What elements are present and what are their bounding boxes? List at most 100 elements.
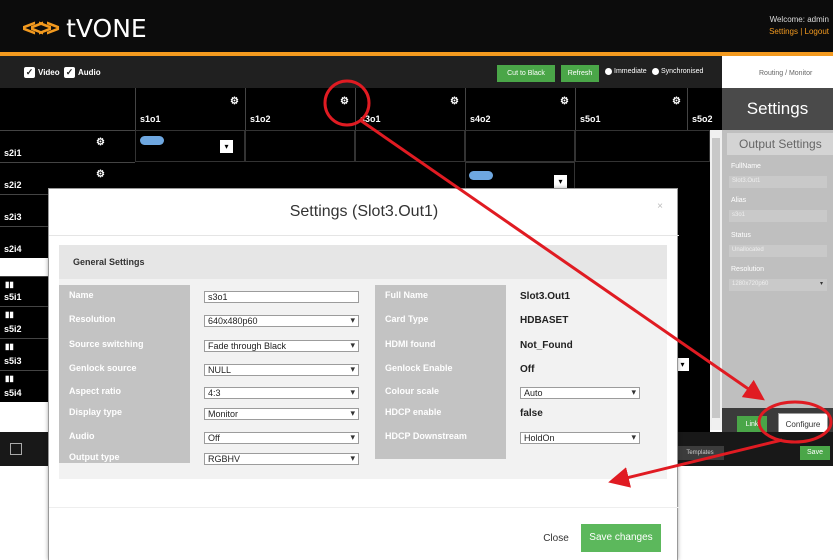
matrix-scrollbar[interactable] [710, 130, 722, 430]
crosspoint-cell[interactable] [355, 130, 465, 162]
display-type-select[interactable]: Monitor ▾ [204, 408, 359, 420]
tvone-logo: <<>> tVONE [22, 14, 147, 43]
column-header[interactable]: ⚙ s1o2 [245, 88, 355, 130]
gear-icon[interactable]: ⚙ [96, 169, 105, 180]
resolution-select[interactable]: 640x480p60 ▾ [204, 315, 359, 327]
preset-icon[interactable] [10, 443, 22, 455]
refresh-button[interactable]: Refresh [561, 65, 599, 82]
resolution-select[interactable]: 1280x720p60 ▾ [729, 279, 827, 291]
cell-dropdown-icon[interactable]: ▾ [220, 140, 233, 153]
column-label: s4o2 [470, 114, 491, 124]
column-header[interactable]: ⚙ s4o2 [465, 88, 575, 130]
alias-field[interactable]: s3o1 [729, 210, 827, 222]
close-icon[interactable]: × [657, 201, 663, 212]
name-input[interactable]: s3o1 [204, 291, 359, 303]
close-button[interactable]: Close [536, 528, 576, 550]
aspect-ratio-select[interactable]: 4:3 ▾ [204, 387, 359, 399]
templates-button[interactable]: Templates [676, 446, 724, 460]
toolbar: ✓ Video ✓ Audio Cut to Black Refresh Imm… [0, 56, 722, 88]
chevron-down-icon: ▾ [350, 453, 355, 463]
routing-monitor-tabs[interactable]: Routing / Monitor [747, 64, 833, 84]
link-button[interactable]: Link [737, 416, 767, 433]
immediate-radio[interactable]: Immediate [605, 68, 647, 75]
chevron-down-icon: ▾ [350, 364, 355, 374]
modal-title: Settings (Slot3.Out1) [289, 203, 439, 220]
modal-divider [49, 235, 679, 236]
alias-label: Alias [731, 197, 747, 204]
chevron-down-icon: ▾ [350, 387, 355, 397]
settings-logout-links[interactable]: Settings | Logout [765, 26, 829, 38]
video-label: Video [38, 68, 60, 77]
route-indicator [140, 136, 164, 145]
column-header[interactable]: ⚙ s1o1 [135, 88, 245, 130]
gear-icon[interactable]: ⚙ [230, 96, 239, 107]
column-header[interactable]: ⚙ s3o1 [355, 88, 465, 130]
row-header[interactable]: ⚙ s2i1 [0, 130, 135, 162]
route-indicator [469, 171, 493, 180]
gear-icon[interactable]: ⚙ [340, 96, 349, 107]
scrollbar-thumb[interactable] [712, 138, 720, 418]
output-type-value: RGBHV [208, 454, 241, 464]
status-label: Status [731, 232, 751, 239]
cut-to-black-button[interactable]: Cut to Black [497, 65, 555, 82]
output-type-select[interactable]: RGBHV ▾ [204, 453, 359, 465]
row-label: s2i4 [4, 244, 22, 254]
colour-scale-select[interactable]: Auto ▾ [520, 387, 640, 399]
output-settings-heading: Output Settings [727, 133, 833, 155]
hdcp-downstream-select[interactable]: HoldOn ▾ [520, 432, 640, 444]
resolution-value: 640x480p60 [208, 316, 258, 326]
audio-select[interactable]: Off ▾ [204, 432, 359, 444]
hdmi-found-label: HDMI found [385, 339, 436, 349]
synchronised-radio[interactable]: Synchronised [652, 68, 703, 75]
column-header[interactable]: ⚙ s5o1 [575, 88, 687, 130]
fullname-value: Slot3.Out1 [729, 176, 827, 188]
hdcp-enable-value: false [520, 408, 543, 419]
gear-icon[interactable]: ⚙ [450, 96, 459, 107]
genlock-source-select[interactable]: NULL ▾ [204, 364, 359, 376]
column-label: s1o2 [250, 114, 271, 124]
hdmi-found-value: Not_Found [520, 340, 573, 351]
chevron-down-icon: ▾ [350, 315, 355, 325]
hdbaset-icon: ▮▮ [5, 310, 14, 319]
source-switching-select[interactable]: Fade through Black ▾ [204, 340, 359, 352]
display-type-label: Display type [69, 407, 123, 417]
settings-modal: Settings (Slot3.Out1) × General Settings… [48, 188, 679, 560]
resolution-label: Resolution [731, 266, 765, 273]
configure-button[interactable]: Configure [778, 413, 828, 434]
crosspoint-cell[interactable]: ▾ [135, 130, 245, 162]
resolution-label: Resolution [69, 314, 116, 324]
column-label: s1o1 [140, 114, 161, 124]
general-settings-panel: General Settings Name Resolution Source … [59, 245, 667, 479]
save-button[interactable]: Save [800, 446, 830, 460]
gear-icon[interactable]: ⚙ [96, 137, 105, 148]
card-type-label: Card Type [385, 314, 429, 324]
section-title: General Settings [59, 245, 667, 279]
welcome-text: Welcome: admin [769, 15, 829, 24]
crosspoint-cell[interactable] [575, 130, 710, 162]
chevron-down-icon: ▾ [350, 408, 355, 418]
source-switching-value: Fade through Black [208, 341, 287, 351]
hdbaset-icon: ▮▮ [5, 342, 14, 351]
video-checkbox[interactable]: ✓ Video [24, 67, 60, 78]
audio-label: Audio [78, 68, 101, 77]
row-label: s2i3 [4, 212, 22, 222]
crosspoint-cell[interactable] [245, 130, 355, 162]
genlock-source-label: Genlock source [69, 363, 137, 373]
logo-chevron-icon: <<>> [22, 14, 60, 42]
gear-icon[interactable]: ⚙ [672, 96, 681, 107]
chevron-down-icon: ▾ [631, 432, 636, 442]
audio-checkbox[interactable]: ✓ Audio [64, 67, 101, 78]
column-header[interactable]: s5o2 [687, 88, 722, 130]
gear-icon[interactable]: ⚙ [560, 96, 569, 107]
immediate-label: Immediate [614, 68, 647, 75]
cell-dropdown-icon[interactable]: ▾ [554, 175, 567, 188]
row-label: s5i2 [4, 324, 22, 334]
settings-side-panel: Settings Output Settings FullName Slot3.… [722, 88, 833, 440]
matrix-header: ⚙ s1o1 ⚙ s1o2 ⚙ s3o1 ⚙ s4o2 ⚙ s5o1 s5o2 [0, 88, 722, 130]
crosspoint-cell[interactable] [465, 130, 575, 162]
top-bar: <<>> tVONE Welcome: admin Settings | Log… [0, 0, 833, 52]
full-name-label: Full Name [385, 290, 429, 300]
resolution-value: 1280x720p60 [732, 281, 769, 287]
hdcp-enable-label: HDCP enable [385, 407, 442, 417]
save-changes-button[interactable]: Save changes [581, 524, 661, 552]
